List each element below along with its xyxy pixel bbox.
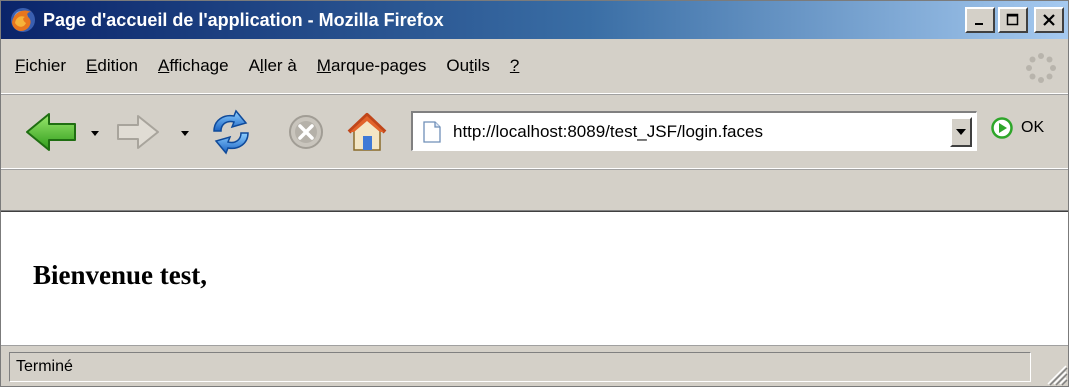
back-dropdown-icon[interactable] xyxy=(91,131,99,136)
menu-accesskey: ? xyxy=(509,56,520,75)
close-icon xyxy=(1043,14,1055,26)
menu-accesskey: E xyxy=(86,56,98,75)
forward-arrow-icon xyxy=(117,115,159,149)
window-title: Page d'accueil de l'application - Mozill… xyxy=(43,9,444,30)
reload-icon xyxy=(213,109,249,155)
maximize-icon xyxy=(1006,13,1019,26)
home-icon xyxy=(347,113,387,151)
menu-accesskey: F xyxy=(15,56,26,75)
menu-accesskey: A xyxy=(158,56,170,75)
reload-button[interactable] xyxy=(201,108,261,156)
chevron-down-icon xyxy=(956,128,966,135)
resize-grip-icon[interactable] xyxy=(1040,358,1068,386)
menu-affichage[interactable]: Affichage xyxy=(148,56,239,76)
status-text: Terminé xyxy=(16,358,73,375)
throbber-icon xyxy=(1024,51,1058,85)
status-bar: Terminé xyxy=(1,345,1068,386)
forward-button[interactable] xyxy=(113,108,163,156)
menu-aller-a[interactable]: Aller à xyxy=(239,56,307,76)
url-history-dropdown[interactable] xyxy=(950,116,972,147)
forward-dropdown-icon[interactable] xyxy=(181,131,189,136)
window-controls xyxy=(965,7,1064,33)
minimize-icon xyxy=(975,23,983,25)
back-button[interactable] xyxy=(21,108,81,156)
menu-edition[interactable]: Edition xyxy=(76,56,148,76)
welcome-heading: Bienvenue test, xyxy=(33,260,207,290)
maximize-button[interactable] xyxy=(998,7,1028,33)
home-button[interactable] xyxy=(339,108,395,156)
page-icon xyxy=(423,120,441,143)
menu-bar: Fichier Edition Affichage Aller à Marque… xyxy=(1,39,1068,94)
title-bar[interactable]: Page d'accueil de l'application - Mozill… xyxy=(1,1,1068,39)
menu-outils[interactable]: Outils xyxy=(436,56,499,76)
go-button[interactable]: OK xyxy=(991,117,1044,139)
firefox-logo-icon xyxy=(9,6,37,34)
page-content: Bienvenue test, xyxy=(1,211,1068,345)
close-button[interactable] xyxy=(1034,7,1064,33)
menu-accesskey: l xyxy=(259,56,264,75)
minimize-button[interactable] xyxy=(965,7,995,33)
navigation-toolbar: OK xyxy=(1,94,1068,169)
menu-marque-pages[interactable]: Marque-pages xyxy=(307,56,437,76)
stop-button[interactable] xyxy=(281,108,331,156)
bookmarks-toolbar xyxy=(1,169,1068,211)
back-arrow-icon xyxy=(26,113,76,151)
menu-help[interactable]: ? xyxy=(500,56,529,76)
menu-accesskey: M xyxy=(316,56,331,75)
url-input[interactable] xyxy=(441,116,950,147)
menu-fichier[interactable]: Fichier xyxy=(5,56,76,76)
go-icon xyxy=(991,117,1013,139)
menu-accesskey: t xyxy=(469,56,474,75)
browser-window: Page d'accueil de l'application - Mozill… xyxy=(0,0,1069,387)
status-panel: Terminé xyxy=(9,352,1031,382)
url-bar[interactable] xyxy=(411,111,977,151)
go-label: OK xyxy=(1021,119,1045,136)
stop-icon xyxy=(289,115,323,149)
